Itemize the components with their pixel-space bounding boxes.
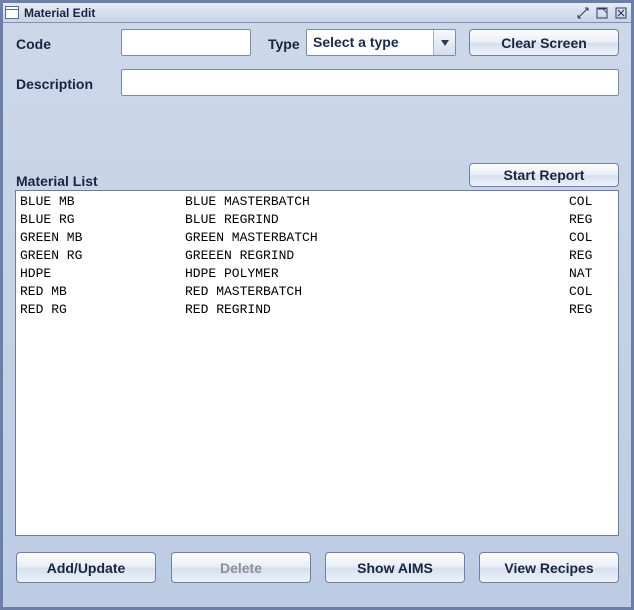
type-label: Type [268,36,300,52]
description-label: Description [16,76,93,92]
view-recipes-label: View Recipes [504,560,593,576]
minimize-icon[interactable] [575,6,591,20]
list-item[interactable]: RED RGRED REGRINDREG [20,301,614,319]
show-aims-button[interactable]: Show AIMS [325,552,465,583]
list-item-desc: GREEEN REGRIND [185,247,569,265]
list-item-type: COL [569,283,614,301]
list-item-type: REG [569,301,614,319]
maximize-icon[interactable] [594,6,610,20]
list-item-type: REG [569,247,614,265]
type-selected: Select a type [307,30,433,55]
list-item-type: REG [569,211,614,229]
material-list-heading: Material List [16,173,98,189]
delete-button[interactable]: Delete [171,552,311,583]
list-item[interactable]: RED MBRED MASTERBATCHCOL [20,283,614,301]
add-update-label: Add/Update [47,560,126,576]
list-item-type: NAT [569,265,614,283]
list-item-desc: BLUE REGRIND [185,211,569,229]
list-item-type: COL [569,193,614,211]
add-update-button[interactable]: Add/Update [16,552,156,583]
delete-label: Delete [220,560,262,576]
list-item[interactable]: BLUE MBBLUE MASTERBATCHCOL [20,193,614,211]
clear-screen-button[interactable]: Clear Screen [469,29,619,56]
material-edit-window: Material Edit Code Type Select a type Cl… [0,0,634,610]
window-icon [5,6,19,19]
list-item-desc: GREEN MASTERBATCH [185,229,569,247]
clear-screen-label: Clear Screen [501,35,587,51]
show-aims-label: Show AIMS [357,560,433,576]
list-item-code: RED RG [20,301,185,319]
list-item-type: COL [569,229,614,247]
list-item-desc: BLUE MASTERBATCH [185,193,569,211]
list-item[interactable]: BLUE RGBLUE REGRINDREG [20,211,614,229]
titlebar: Material Edit [3,3,631,23]
list-item-desc: HDPE POLYMER [185,265,569,283]
list-item[interactable]: GREEN RGGREEEN REGRINDREG [20,247,614,265]
list-item-code: GREEN MB [20,229,185,247]
list-item-code: RED MB [20,283,185,301]
description-input[interactable] [121,69,619,96]
code-input[interactable] [121,29,251,56]
material-list[interactable]: BLUE MBBLUE MASTERBATCHCOLBLUE RGBLUE RE… [15,190,619,536]
list-item-desc: RED REGRIND [185,301,569,319]
list-item-code: BLUE MB [20,193,185,211]
close-icon[interactable] [613,6,629,20]
start-report-label: Start Report [504,167,585,183]
list-item-code: GREEN RG [20,247,185,265]
list-item-desc: RED MASTERBATCH [185,283,569,301]
dropdown-arrow-icon[interactable] [433,30,455,55]
list-item-code: BLUE RG [20,211,185,229]
content-area: Code Type Select a type Clear Screen Des… [3,23,631,607]
window-title: Material Edit [24,6,572,20]
type-dropdown[interactable]: Select a type [306,29,456,56]
code-label: Code [16,36,51,52]
list-item-code: HDPE [20,265,185,283]
list-item[interactable]: GREEN MBGREEN MASTERBATCHCOL [20,229,614,247]
list-item[interactable]: HDPEHDPE POLYMERNAT [20,265,614,283]
start-report-button[interactable]: Start Report [469,163,619,187]
view-recipes-button[interactable]: View Recipes [479,552,619,583]
